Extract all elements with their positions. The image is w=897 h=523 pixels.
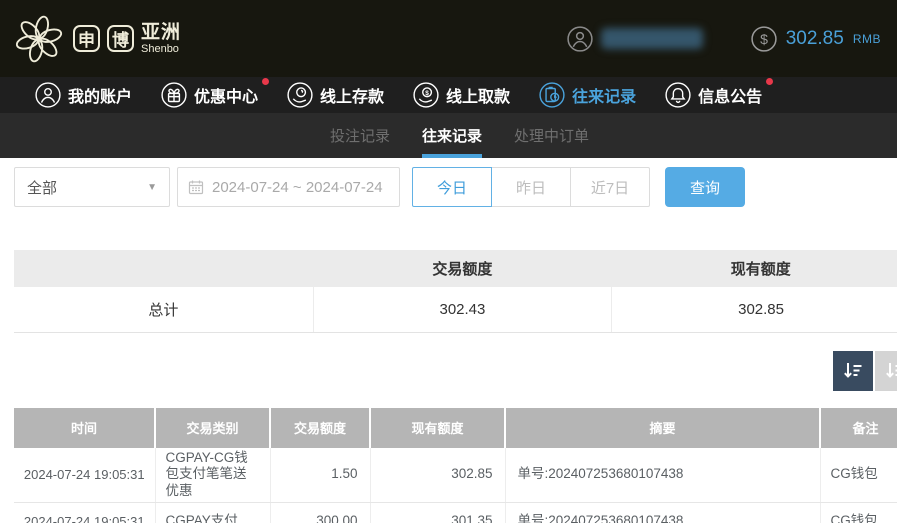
chevron-down-icon: ▼	[147, 181, 157, 193]
user-icon	[35, 82, 61, 108]
sub-navigation: 投注记录 往来记录 处理中订单	[0, 113, 897, 158]
category-selected-value: 全部	[27, 179, 58, 197]
user-icon	[567, 25, 593, 52]
logo-latin: Shenbo	[141, 42, 179, 55]
brand-logo: 申 博 亚洲 Shenbo	[14, 14, 181, 64]
category-select[interactable]: 全部 ▼	[14, 167, 170, 207]
summary-transaction-total: 302.43	[313, 287, 613, 333]
tab-label: 往来记录	[421, 128, 482, 145]
summary-header-transaction: 交易额度	[313, 250, 612, 287]
logo-char-box: 博	[107, 25, 134, 52]
nav-item-announcements[interactable]: 信息公告	[665, 78, 774, 108]
tab-pending-orders[interactable]: 处理中订单	[514, 113, 589, 158]
query-button[interactable]: 查询	[665, 167, 745, 207]
calendar-icon	[188, 180, 204, 195]
nav-label: 往来记录	[572, 89, 637, 106]
username-redacted	[600, 28, 703, 49]
notification-dot	[262, 78, 270, 85]
nav-label: 线上存款	[320, 89, 385, 106]
col-header-time: 时间	[14, 407, 156, 448]
tab-label: 处理中订单	[514, 128, 590, 145]
table-row: 2024-07-24 19:05:31 CGPAY支付 300.00 301.3…	[14, 502, 897, 523]
deposit-icon	[287, 82, 313, 108]
button-label: 近7日	[590, 179, 630, 197]
nav-label: 信息公告	[698, 89, 763, 106]
sort-descending-icon	[844, 362, 862, 378]
logo-text: 亚洲 Shenbo	[141, 23, 181, 55]
cell-amount: 1.50	[270, 447, 371, 504]
withdraw-icon: $	[413, 82, 439, 108]
sort-ascending-button[interactable]	[875, 350, 897, 391]
summary-total-label: 总计	[14, 287, 314, 333]
logo-region: 亚洲	[141, 21, 182, 43]
notification-dot	[766, 78, 774, 85]
cell-time: 2024-07-24 19:05:31	[14, 502, 156, 523]
cell-time: 2024-07-24 19:05:31	[14, 447, 156, 504]
user-chip	[567, 25, 703, 52]
nav-item-promotions[interactable]: 优惠中心	[161, 78, 270, 108]
sort-ascending-icon	[886, 362, 897, 378]
col-header-type: 交易类别	[155, 407, 271, 448]
records-icon	[539, 82, 565, 108]
summary-header-balance: 现有额度	[611, 250, 897, 287]
tab-label: 投注记录	[329, 128, 390, 145]
button-label: 今日	[436, 179, 467, 197]
summary-total-row: 总计 302.43 302.85	[14, 287, 897, 333]
quick-date-group: 今日 昨日 近7日	[412, 167, 650, 207]
summary-balance-total: 302.85	[611, 287, 897, 333]
svg-text:$: $	[760, 30, 768, 46]
cell-summary: 单号:202407253680107438	[505, 447, 821, 504]
col-header-remark: 备注	[820, 407, 897, 448]
col-header-balance: 现有额度	[370, 407, 506, 448]
last-7-days-button[interactable]: 近7日	[570, 167, 650, 207]
table-row: 2024-07-24 19:05:31 CGPAY-CG钱包支付笔笔送优惠 1.…	[14, 447, 897, 504]
cell-type: CGPAY支付	[155, 502, 271, 523]
nav-item-transaction-records[interactable]: 往来记录	[539, 82, 636, 108]
logo-char-box: 申	[73, 25, 100, 52]
nav-label: 优惠中心	[194, 89, 259, 106]
sort-controls	[14, 350, 897, 391]
today-button[interactable]: 今日	[412, 167, 492, 207]
nav-label: 线上取款	[446, 89, 511, 106]
flower-logo-icon	[15, 15, 63, 62]
cell-remark: CG钱包	[820, 502, 897, 523]
top-header: 申 博 亚洲 Shenbo $ 302.85 RMB	[0, 0, 897, 77]
cell-type: CGPAY-CG钱包支付笔笔送优惠	[155, 447, 271, 504]
bell-icon	[665, 82, 691, 108]
col-header-amount: 交易额度	[270, 407, 371, 448]
cell-summary: 单号:202407253680107438	[505, 502, 821, 523]
summary-header-row: 交易额度 现有额度	[14, 250, 897, 287]
nav-item-my-account[interactable]: 我的账户	[35, 82, 132, 108]
cell-balance: 302.85	[370, 447, 506, 504]
main-navigation: 我的账户 优惠中心 线上存款 $ 线上取款 往来记录 信息公告	[0, 77, 897, 113]
svg-text:$: $	[425, 90, 429, 97]
date-range-value: 2024-07-24 ~ 2024-07-24	[212, 178, 383, 196]
page-content: 全部 ▼ 2024-07-24 ~ 2024-07-24 今日 昨日 近7日 查…	[0, 167, 897, 523]
cell-amount: 300.00	[270, 502, 371, 523]
nav-item-deposit[interactable]: 线上存款	[287, 82, 384, 108]
yesterday-button[interactable]: 昨日	[491, 167, 571, 207]
cell-balance: 301.35	[370, 502, 506, 523]
balance-currency: RMB	[852, 31, 881, 46]
gift-icon	[161, 82, 187, 108]
filter-row: 全部 ▼ 2024-07-24 ~ 2024-07-24 今日 昨日 近7日 查…	[14, 167, 897, 207]
summary-table: 交易额度 现有额度 总计 302.43 302.85	[14, 250, 897, 333]
balance-amount: 302.85	[785, 27, 844, 49]
table-header-row: 时间 交易类别 交易额度 现有额度 摘要 备注	[14, 407, 897, 448]
date-range-input[interactable]: 2024-07-24 ~ 2024-07-24	[177, 167, 400, 207]
nav-item-withdraw[interactable]: $ 线上取款	[413, 82, 510, 108]
col-header-summary: 摘要	[505, 407, 821, 448]
dollar-icon: $	[751, 25, 777, 52]
button-label: 昨日	[515, 179, 546, 197]
balance-display: $ 302.85 RMB	[751, 25, 881, 52]
transactions-table: 时间 交易类别 交易额度 现有额度 摘要 备注 2024-07-24 19:05…	[14, 407, 897, 523]
cell-remark: CG钱包	[820, 447, 897, 504]
tab-transaction-records[interactable]: 往来记录	[421, 113, 483, 158]
tab-betting-records[interactable]: 投注记录	[330, 113, 390, 158]
summary-header-empty	[14, 250, 314, 287]
sort-descending-button[interactable]	[833, 350, 873, 391]
nav-label: 我的账户	[68, 89, 133, 106]
